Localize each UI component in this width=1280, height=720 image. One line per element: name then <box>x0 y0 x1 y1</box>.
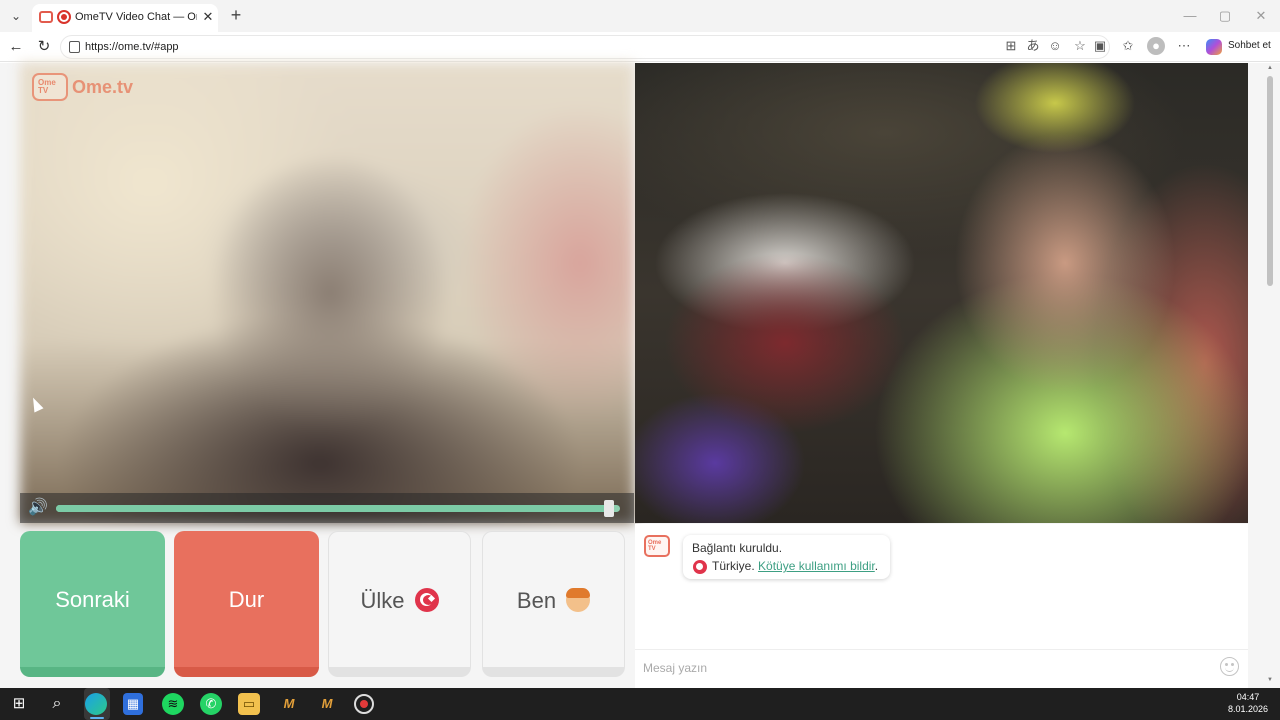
report-suffix: . <box>874 559 879 573</box>
media-icon[interactable]: ▣ <box>1091 37 1109 55</box>
minimize-button[interactable]: — <box>1180 6 1200 26</box>
logo-text: Ome.tv <box>72 77 134 97</box>
recording-indicator-icon <box>57 10 71 24</box>
clock-time: 04:47 <box>1236 692 1260 702</box>
ometv-favicon-icon <box>39 11 53 23</box>
message-input-bar <box>635 649 1248 688</box>
windows-start-icon[interactable]: ⊞ <box>7 693 31 715</box>
url-text[interactable]: https://ome.tv/#app <box>85 41 179 53</box>
report-abuse-link[interactable]: Kötüye kullanımı bildir <box>758 559 875 573</box>
clock-date: 8.01.2026 <box>1227 704 1269 714</box>
connection-message: Bağlantı kuruldu. <box>692 541 783 555</box>
maximize-button[interactable]: ▢ <box>1215 6 1235 26</box>
chat-panel: Ome TV Bağlantı kuruldu. Türkiye. Kötüye… <box>635 524 1248 688</box>
logo-badge-text: Ome TV <box>38 78 56 95</box>
chat-logo-text: Ome TV <box>648 540 662 552</box>
me-button-label-wrap: Ben <box>483 588 624 614</box>
favorites-bar-icon[interactable]: ✩ <box>1119 37 1137 55</box>
browser-toolbar: ← ↻ https://ome.tv/#app ⊞ あ ☺ ☆ ▣ ✩ ● ⋯ … <box>0 32 1280 62</box>
active-app-indicator <box>90 717 104 719</box>
ometv-chat-avatar-icon: Ome TV <box>644 535 670 557</box>
ometv-tv-icon: Ome TV <box>32 73 68 101</box>
volume-slider[interactable] <box>56 505 620 512</box>
country-button[interactable]: Ülke <box>328 531 471 677</box>
translate-icon[interactable]: あ <box>1024 37 1042 55</box>
scroll-up-icon[interactable]: ▲ <box>1266 64 1274 72</box>
boy-avatar-icon <box>566 588 591 613</box>
spotify-icon[interactable]: ≋ <box>162 693 184 715</box>
system-clock[interactable]: 04:47 8.01.2026 <box>1222 691 1274 715</box>
me-button-label: Ben <box>516 588 557 613</box>
scroll-thumb[interactable] <box>1267 76 1273 286</box>
app-mb2-icon[interactable]: M <box>315 693 339 715</box>
turkey-flag-small-icon <box>693 560 707 574</box>
system-message-bubble: Bağlantı kuruldu. Türkiye. Kötüye kullan… <box>683 535 890 579</box>
sidebar-icon[interactable]: ☺ <box>1046 37 1064 55</box>
next-button-label: Sonraki <box>55 587 130 612</box>
favorite-icon[interactable]: ☆ <box>1071 37 1089 55</box>
close-window-button[interactable]: ✕ <box>1251 6 1271 26</box>
me-button[interactable]: Ben <box>482 531 625 677</box>
split-screen-icon[interactable]: ⊞ <box>1002 37 1020 55</box>
partner-video-overlay: Ome TV Ome.tv <box>20 63 634 523</box>
obs-record-icon[interactable] <box>354 694 374 714</box>
stop-button-label: Dur <box>228 587 265 612</box>
emoji-smile-icon[interactable] <box>1220 657 1239 676</box>
scroll-down-icon[interactable]: ▼ <box>1266 676 1274 684</box>
country-button-label-wrap: Ülke <box>329 588 470 614</box>
volume-icon[interactable]: 🔊 <box>26 498 50 518</box>
browser-tab[interactable]: OmeTV Video Chat — Omegle ✕ <box>32 4 218 32</box>
turkey-flag-icon <box>414 588 439 613</box>
next-button[interactable]: Sonraki <box>20 531 165 677</box>
profile-icon[interactable]: ● <box>1147 37 1165 55</box>
search-icon[interactable]: ⌕ <box>45 693 69 715</box>
country-line: Türkiye. Kötüye kullanımı bildir. <box>712 559 878 573</box>
new-tab-button[interactable]: + <box>226 5 246 25</box>
volume-thumb[interactable] <box>604 500 615 517</box>
copilot-icon <box>1206 39 1222 55</box>
tab-title: OmeTV Video Chat — Omegle <box>75 11 197 23</box>
country-text: Türkiye. <box>712 559 755 573</box>
stop-button[interactable]: Dur <box>174 531 319 677</box>
back-icon[interactable]: ← <box>6 37 26 57</box>
address-bar[interactable]: https://ome.tv/#app <box>60 35 1110 59</box>
store-icon[interactable]: ▦ <box>123 693 143 715</box>
self-video <box>635 63 1248 523</box>
more-icon[interactable]: ⋯ <box>1175 37 1193 55</box>
ometv-app: Ome TV Ome.tv 🔊 Sonraki Dur Ülke Ben Ome… <box>0 63 1280 688</box>
copilot-button[interactable]: Sohbet et <box>1204 36 1276 58</box>
message-input[interactable] <box>643 658 1203 678</box>
site-info-icon[interactable] <box>69 41 80 53</box>
volume-fill <box>56 505 615 512</box>
refresh-icon[interactable]: ↻ <box>34 37 54 57</box>
whatsapp-icon[interactable]: ✆ <box>200 693 222 715</box>
browser-tab-bar: ⌄ OmeTV Video Chat — Omegle ✕ + — ▢ ✕ <box>0 0 1280 32</box>
file-explorer-icon[interactable]: ▭ <box>238 693 260 715</box>
tab-close-icon[interactable]: ✕ <box>200 8 216 26</box>
ometv-logo: Ome TV Ome.tv <box>32 71 142 103</box>
video-controls: 🔊 <box>20 493 634 523</box>
app-mb-icon[interactable]: M <box>277 693 301 715</box>
copilot-label: Sohbet et <box>1228 40 1271 51</box>
edge-icon[interactable] <box>85 693 107 715</box>
tab-actions-chevron-icon[interactable]: ⌄ <box>6 6 26 26</box>
page-scrollbar[interactable]: ▲ ▼ <box>1266 64 1274 684</box>
windows-taskbar: ⊞ ⌕ ▦ ≋ ✆ ▭ M M 04:47 8.01.2026 <box>0 688 1280 720</box>
country-button-label: Ülke <box>360 588 405 613</box>
